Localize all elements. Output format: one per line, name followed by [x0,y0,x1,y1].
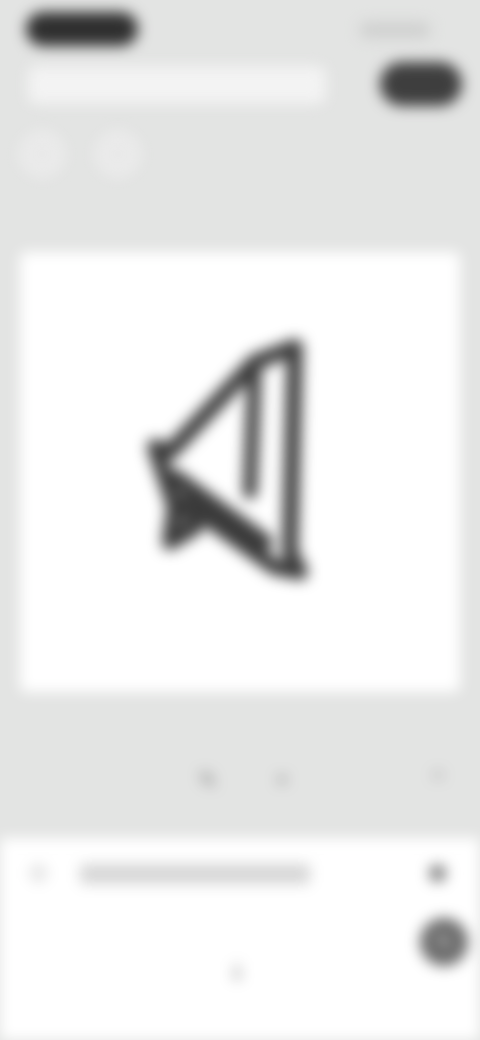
circle-icon-right[interactable]: ○ [96,132,140,176]
handwritten-stroke [147,339,308,580]
status-pill [26,12,138,46]
bottom-center-icon[interactable]: ↓ [228,960,246,985]
pen-tool-icon[interactable]: ✎ [188,760,228,800]
tool-row: ✎ • ⌃ [0,760,480,830]
bottom-sheet: ◇ ● ↓ [0,838,480,1040]
dot-tool-icon[interactable]: • [262,760,302,800]
sheet-row[interactable]: ◇ ● [22,856,458,896]
primary-button[interactable] [380,62,462,106]
blurred-screen: ○ ○ ✎ • ⌃ ◇ ● ↓ ✎ [0,0,480,1040]
floating-action-button[interactable]: ✎ [420,918,468,966]
title-field[interactable] [28,66,326,104]
status-indicators [360,22,430,38]
drawing-canvas[interactable] [20,252,460,692]
sheet-row-label [80,864,310,884]
row-action-icon[interactable]: ● [428,860,447,885]
more-tool-icon[interactable]: ⌃ [418,760,458,800]
row-icon: ◇ [30,860,47,885]
circle-icon-left[interactable]: ○ [20,132,64,176]
